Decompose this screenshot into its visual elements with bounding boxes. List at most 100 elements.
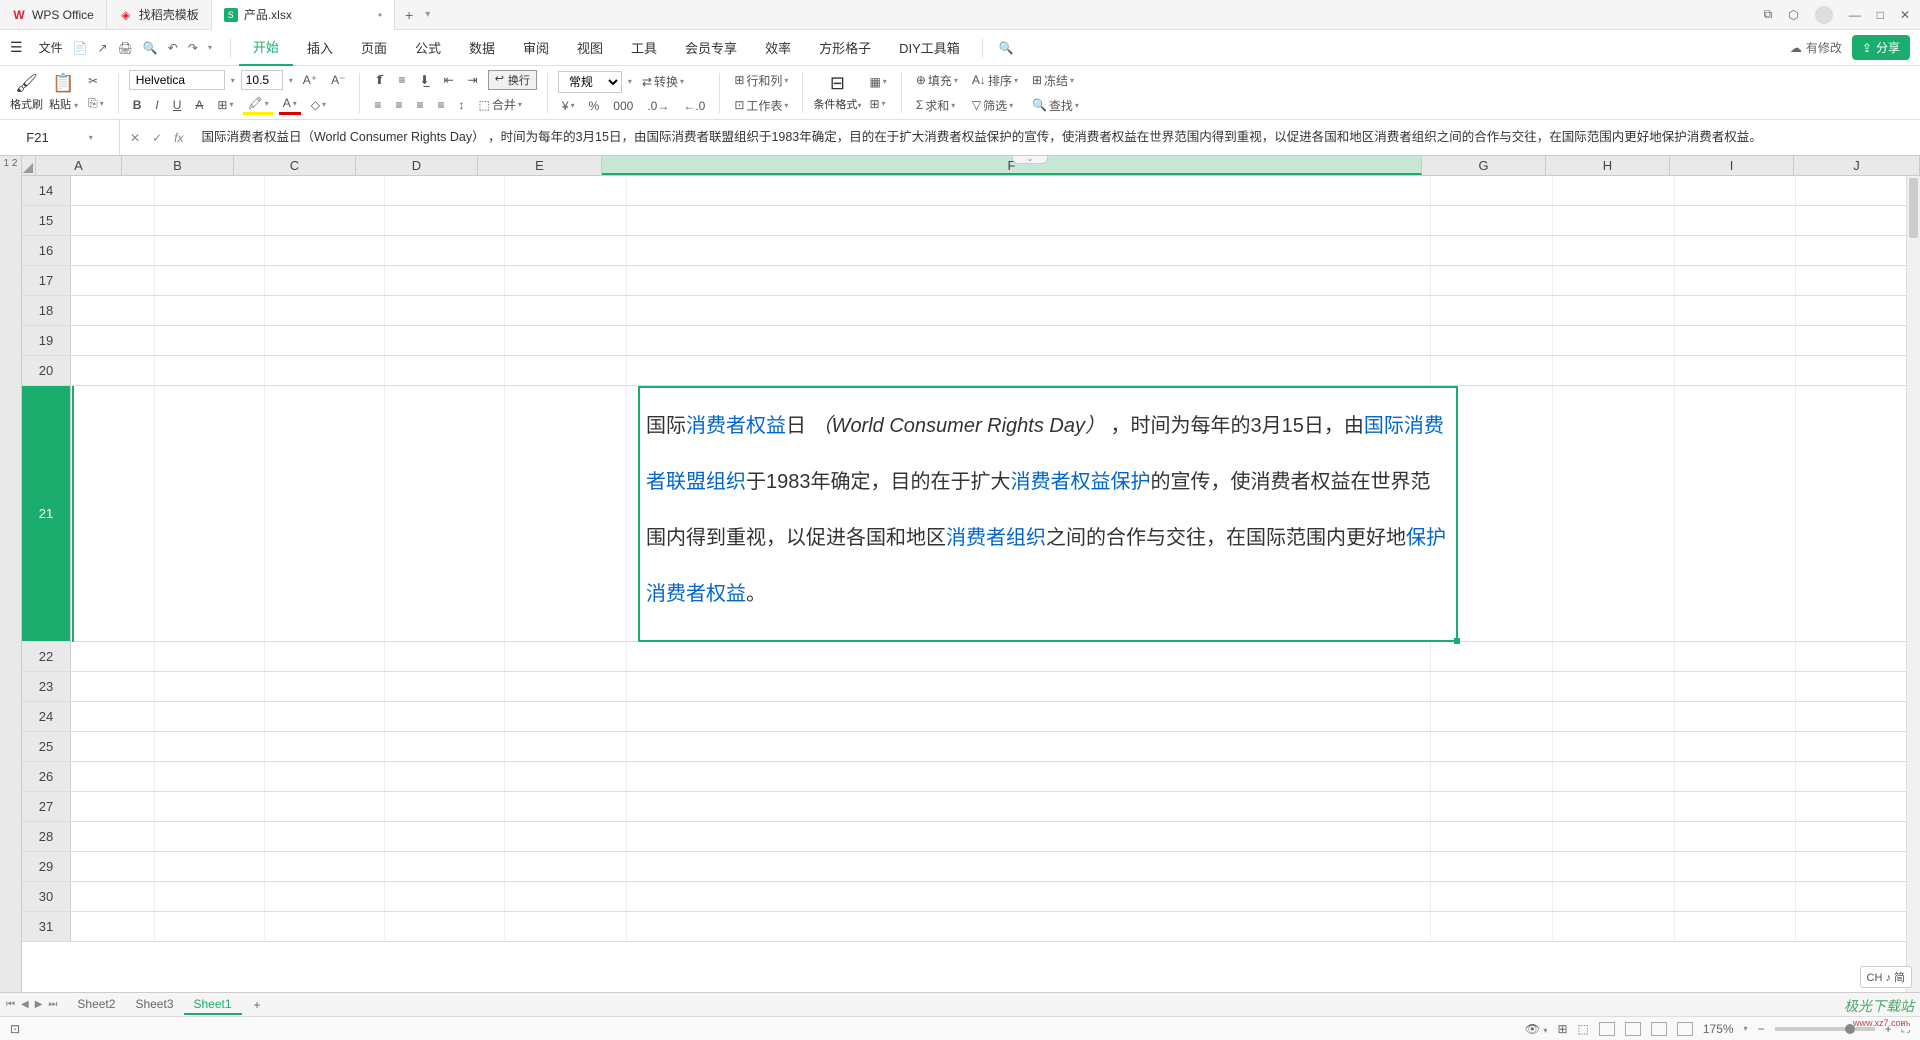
preview-icon[interactable]: 🔍 bbox=[143, 41, 158, 55]
underline-button[interactable]: U bbox=[169, 96, 186, 114]
row-col-button[interactable]: ⊞ 行和列▾ bbox=[730, 70, 792, 91]
cell-A31[interactable] bbox=[71, 912, 155, 941]
cell-styles-button[interactable]: ▦▾ bbox=[865, 73, 890, 91]
window-restore-icon[interactable]: ⧉ bbox=[1764, 7, 1773, 22]
freeze-button[interactable]: ⊞ 冻结▾ bbox=[1028, 70, 1083, 91]
cell-D20[interactable] bbox=[385, 356, 505, 385]
share-button[interactable]: ⇪分享 bbox=[1852, 35, 1910, 60]
cell-J24[interactable] bbox=[1796, 702, 1920, 731]
outline-index[interactable]: 1 2 bbox=[0, 156, 22, 992]
file-menu[interactable]: 文件 bbox=[31, 39, 71, 56]
col-header-D[interactable]: D bbox=[356, 156, 478, 175]
cell-C19[interactable] bbox=[265, 326, 385, 355]
pagebreak-view-icon[interactable] bbox=[1651, 1022, 1667, 1036]
font-size-select[interactable] bbox=[241, 70, 283, 90]
cell-H26[interactable] bbox=[1553, 762, 1675, 791]
cell-G15[interactable] bbox=[1431, 206, 1553, 235]
cell-E28[interactable] bbox=[505, 822, 627, 851]
qat-dropdown-icon[interactable]: ▾ bbox=[208, 43, 212, 52]
cell-C26[interactable] bbox=[265, 762, 385, 791]
row-header-28[interactable]: 28 bbox=[22, 822, 71, 851]
menu-item-2[interactable]: 页面 bbox=[347, 30, 401, 66]
new-tab-button[interactable]: + bbox=[395, 7, 423, 23]
cell-E29[interactable] bbox=[505, 852, 627, 881]
cell-I14[interactable] bbox=[1675, 176, 1797, 205]
dash-icon[interactable]: ⬚ bbox=[1578, 1022, 1589, 1036]
cell-C24[interactable] bbox=[265, 702, 385, 731]
cell-J20[interactable] bbox=[1796, 356, 1920, 385]
font-dropdown-icon[interactable]: ▾ bbox=[231, 76, 235, 85]
find-button[interactable]: 🔍 查找▾ bbox=[1028, 95, 1083, 116]
first-sheet-icon[interactable]: ⏮ bbox=[6, 999, 15, 1010]
cell-C27[interactable] bbox=[265, 792, 385, 821]
cell-B30[interactable] bbox=[155, 882, 265, 911]
cell-F19[interactable] bbox=[627, 326, 1432, 355]
cell-A28[interactable] bbox=[71, 822, 155, 851]
save-icon[interactable]: 📄 bbox=[73, 41, 88, 55]
cell-J25[interactable] bbox=[1796, 732, 1920, 761]
cell-I23[interactable] bbox=[1675, 672, 1797, 701]
cell-D30[interactable] bbox=[385, 882, 505, 911]
cell-G26[interactable] bbox=[1431, 762, 1553, 791]
grid-icon[interactable]: ⊞ bbox=[1557, 1022, 1567, 1036]
align-top-button[interactable]: ⬆̄ bbox=[370, 71, 388, 89]
cell-C22[interactable] bbox=[265, 642, 385, 671]
cell-H24[interactable] bbox=[1553, 702, 1675, 731]
orientation-button[interactable]: ↕ bbox=[454, 96, 468, 114]
cell-J30[interactable] bbox=[1796, 882, 1920, 911]
cell-A27[interactable] bbox=[71, 792, 155, 821]
currency-button[interactable]: ¥▾ bbox=[558, 97, 579, 115]
cell-D21[interactable] bbox=[385, 386, 505, 641]
cell-C23[interactable] bbox=[265, 672, 385, 701]
cell-G27[interactable] bbox=[1431, 792, 1553, 821]
cell-I21[interactable] bbox=[1675, 386, 1797, 641]
ime-badge[interactable]: CH ♪ 简 bbox=[1860, 966, 1913, 988]
cell-I30[interactable] bbox=[1675, 882, 1797, 911]
highlight-button[interactable]: 🖍▾ bbox=[243, 94, 272, 115]
cell-D15[interactable] bbox=[385, 206, 505, 235]
cell-I22[interactable] bbox=[1675, 642, 1797, 671]
cell-E16[interactable] bbox=[505, 236, 627, 265]
cell-F31[interactable] bbox=[627, 912, 1432, 941]
cell-F23[interactable] bbox=[627, 672, 1432, 701]
undo-icon[interactable]: ↶ bbox=[168, 41, 178, 55]
col-header-J[interactable]: J bbox=[1794, 156, 1920, 175]
cell-E18[interactable] bbox=[505, 296, 627, 325]
cell-H27[interactable] bbox=[1553, 792, 1675, 821]
col-header-G[interactable]: G bbox=[1422, 156, 1546, 175]
cell-J27[interactable] bbox=[1796, 792, 1920, 821]
menu-item-1[interactable]: 插入 bbox=[293, 30, 347, 66]
row-header-24[interactable]: 24 bbox=[22, 702, 71, 731]
cell-I27[interactable] bbox=[1675, 792, 1797, 821]
row-header-23[interactable]: 23 bbox=[22, 672, 71, 701]
cell-E21[interactable] bbox=[505, 386, 627, 641]
row-header-26[interactable]: 26 bbox=[22, 762, 71, 791]
cell-B23[interactable] bbox=[155, 672, 265, 701]
cell-H22[interactable] bbox=[1553, 642, 1675, 671]
menu-item-6[interactable]: 视图 bbox=[563, 30, 617, 66]
cell-B31[interactable] bbox=[155, 912, 265, 941]
cell-J19[interactable] bbox=[1796, 326, 1920, 355]
cell-J29[interactable] bbox=[1796, 852, 1920, 881]
cell-A24[interactable] bbox=[71, 702, 155, 731]
menu-item-9[interactable]: 效率 bbox=[751, 30, 805, 66]
row-header-19[interactable]: 19 bbox=[22, 326, 71, 355]
cell-E14[interactable] bbox=[505, 176, 627, 205]
cell-G16[interactable] bbox=[1431, 236, 1553, 265]
cell-J15[interactable] bbox=[1796, 206, 1920, 235]
cell-A17[interactable] bbox=[71, 266, 155, 295]
align-center-button[interactable]: ≡ bbox=[391, 96, 406, 114]
row-header-30[interactable]: 30 bbox=[22, 882, 71, 911]
sort-button[interactable]: A↓ 排序▾ bbox=[968, 70, 1022, 91]
sheet-tab-Sheet2[interactable]: Sheet2 bbox=[67, 995, 125, 1015]
cell-C29[interactable] bbox=[265, 852, 385, 881]
expand-formula-bar-tab[interactable]: ⌄ bbox=[1012, 156, 1048, 164]
cell-C14[interactable] bbox=[265, 176, 385, 205]
cell-A19[interactable] bbox=[71, 326, 155, 355]
cell-G28[interactable] bbox=[1431, 822, 1553, 851]
cell-A23[interactable] bbox=[71, 672, 155, 701]
cell-H15[interactable] bbox=[1553, 206, 1675, 235]
cell-F24[interactable] bbox=[627, 702, 1432, 731]
font-color-button[interactable]: A▾ bbox=[279, 94, 301, 115]
last-sheet-icon[interactable]: ⏭ bbox=[48, 999, 57, 1010]
